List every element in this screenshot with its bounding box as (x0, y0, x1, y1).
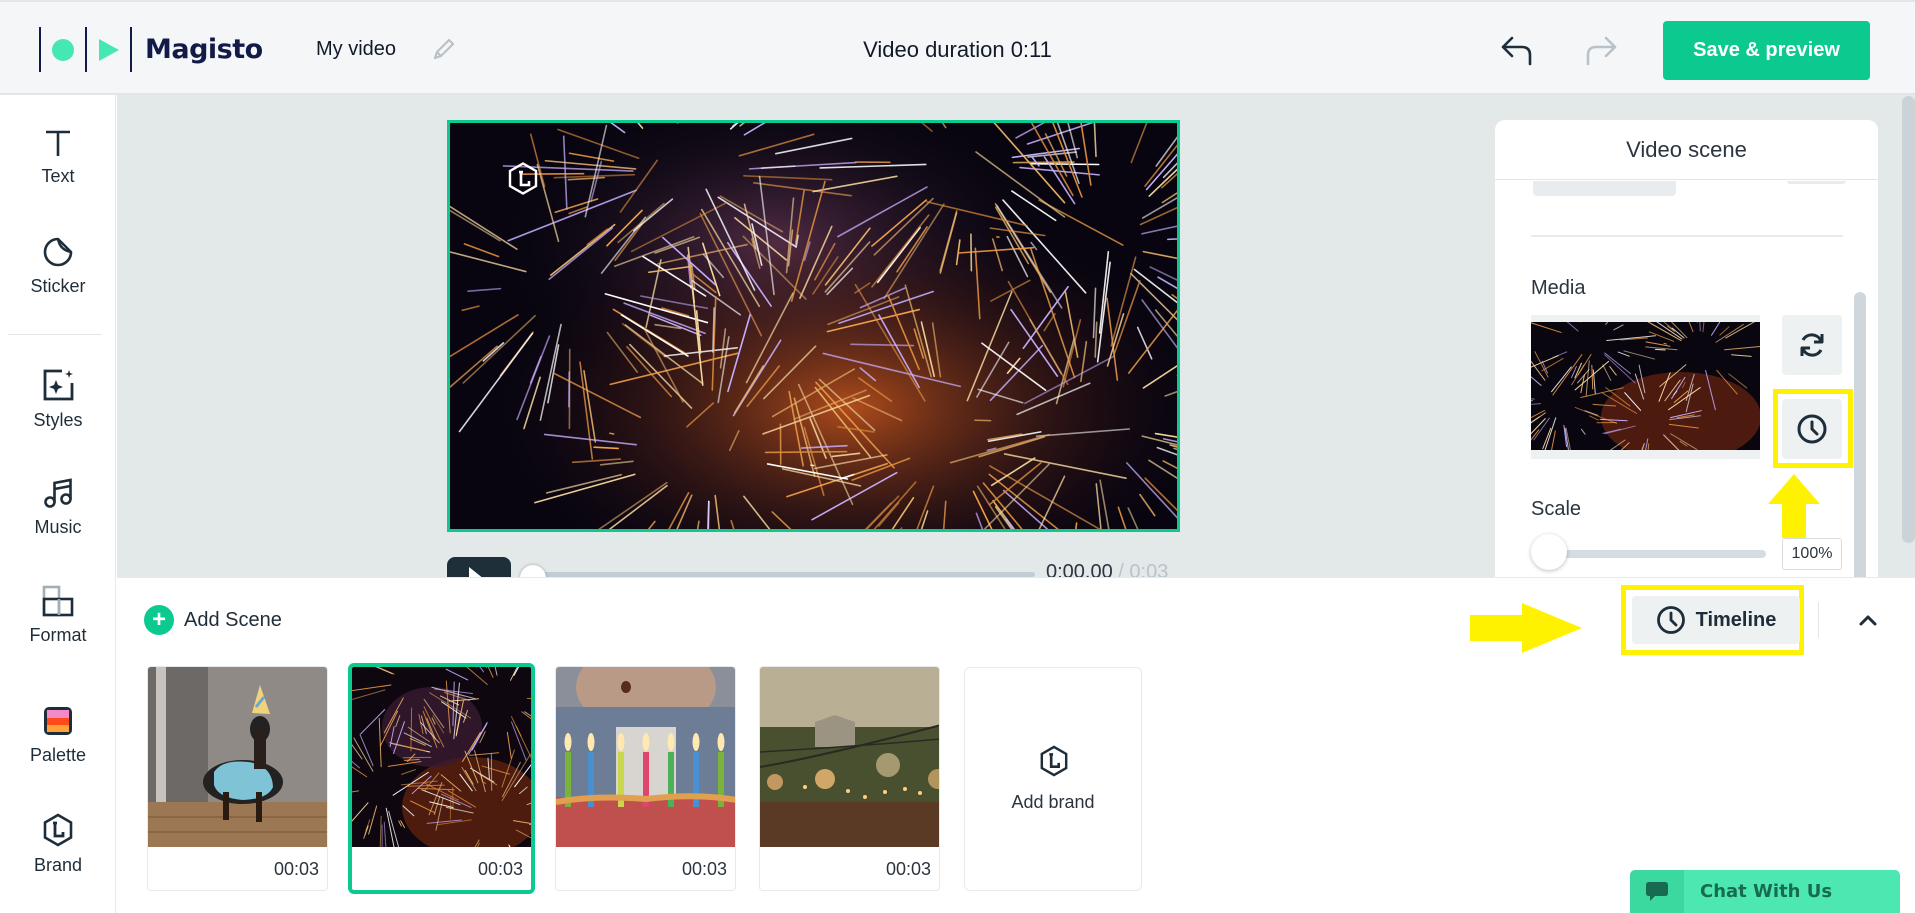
panel-divider (1531, 235, 1843, 237)
timeline-label: Timeline (1695, 608, 1777, 631)
annotation-arrow-right-icon (1470, 603, 1582, 653)
sidebar-divider (8, 334, 102, 335)
annotation-highlight-box (1773, 389, 1853, 468)
plus-icon: + (144, 605, 174, 635)
collapse-panel-button[interactable] (1852, 604, 1884, 636)
scene-card[interactable]: 00:03 (147, 666, 328, 891)
chat-label: Chat With Us (1700, 881, 1833, 902)
sidebar-item-format[interactable]: Format (0, 585, 116, 646)
candle-flame (642, 733, 650, 751)
scene-card-selected[interactable]: 00:03 (348, 663, 535, 894)
timeline-button[interactable]: Timeline (1632, 596, 1800, 644)
logo-bar (130, 27, 132, 72)
replace-media-button[interactable] (1782, 315, 1842, 375)
chat-bubble-icon (1630, 870, 1684, 913)
tools-sidebar: Text Sticker Styles Music Format Palette… (0, 95, 116, 913)
panel-title: Video scene (1495, 120, 1878, 180)
dog-with-party-hat-thumbnail (148, 667, 327, 847)
candle-flame (717, 733, 725, 751)
partial-button[interactable] (1787, 181, 1846, 184)
scene-duration: 00:03 (273, 859, 319, 879)
sidebar-item-palette[interactable]: Palette (0, 705, 116, 766)
panel-scrollbar[interactable] (1854, 292, 1866, 577)
video-title[interactable]: My video (316, 38, 396, 61)
firework-spark (449, 795, 452, 820)
candle-flame (617, 733, 625, 751)
scene-card[interactable]: 00:03 (759, 666, 940, 891)
logo-record-icon (52, 38, 74, 61)
pencil-icon[interactable] (430, 35, 458, 63)
brand-icon (1040, 745, 1068, 777)
video-scene-panel: Video scene Media Scale 100% (1495, 120, 1878, 577)
firework-spark (609, 432, 615, 435)
app-header: Magisto My video Video duration 0:11 Sav… (0, 0, 1915, 95)
text-icon (46, 130, 70, 156)
firework-spark (764, 450, 848, 454)
sidebar-item-label: Music (34, 517, 82, 537)
fireworks-thumbnail (352, 667, 531, 847)
birthday-candles-thumbnail (556, 667, 735, 847)
sidebar-item-brand[interactable]: Brand (0, 813, 116, 876)
sidebar-item-label: Brand (33, 855, 83, 875)
scale-slider-handle[interactable] (1531, 534, 1567, 570)
partial-button[interactable] (1533, 181, 1676, 196)
sidebar-item-text[interactable]: Text (0, 128, 116, 187)
brand-icon (43, 813, 73, 847)
firework-spark (1012, 161, 1075, 164)
annotation-arrow-up-icon (1768, 474, 1820, 538)
logo-play-icon (99, 38, 119, 61)
firework-spark (1663, 342, 1667, 345)
sidebar-item-label: Palette (29, 745, 87, 765)
scene-card[interactable]: 00:03 (555, 666, 736, 891)
sidebar-item-label: Text (41, 166, 75, 186)
fireworks-video-frame (450, 123, 1177, 529)
candle-flame (564, 733, 572, 751)
sidebar-item-music[interactable]: Music (0, 477, 116, 538)
media-thumbnail[interactable] (1531, 315, 1760, 459)
palette-icon (44, 707, 72, 735)
scene-duration: 00:03 (885, 859, 931, 879)
chevron-up-icon (1859, 615, 1877, 626)
candle-flame (667, 733, 675, 751)
add-brand-card[interactable]: Add brand (964, 667, 1142, 891)
magisto-logo[interactable]: Magisto (39, 27, 263, 72)
video-preview[interactable] (447, 120, 1180, 532)
page-scrollbar[interactable] (1902, 96, 1915, 543)
sidebar-item-sticker[interactable]: Sticker (0, 236, 116, 297)
sidebar-item-styles[interactable]: Styles (0, 368, 116, 431)
sticker-icon (43, 237, 73, 267)
save-preview-button[interactable]: Save & preview (1663, 21, 1870, 80)
media-label: Media (1531, 277, 1586, 299)
scale-slider-track[interactable] (1540, 550, 1766, 558)
refresh-icon (1800, 333, 1824, 357)
sidebar-item-label: Sticker (30, 276, 86, 296)
candle-flame (692, 733, 700, 751)
redo-icon[interactable] (1582, 34, 1618, 66)
firework-spark (1654, 348, 1666, 351)
video-duration: Video duration 0:11 (863, 37, 1052, 62)
fireworks-thumbnail (1531, 322, 1760, 450)
scene-duration: 00:03 (477, 859, 523, 879)
logo-bar (39, 27, 41, 72)
candle-flame (587, 733, 595, 751)
scene-duration: 00:03 (681, 859, 727, 879)
format-icon (42, 585, 74, 617)
scale-value-input[interactable]: 100% (1782, 538, 1842, 570)
firework-spark (1030, 162, 1100, 166)
add-brand-label: Add brand (1011, 792, 1095, 812)
chat-widget-button[interactable]: Chat With Us (1630, 870, 1900, 913)
music-icon (44, 478, 72, 508)
sidebar-item-label: Format (29, 625, 87, 645)
logo-text: Magisto (145, 34, 263, 65)
undo-icon[interactable] (1500, 34, 1536, 66)
add-scene-label: Add Scene (184, 608, 282, 631)
add-scene-button[interactable]: + Add Scene (144, 605, 282, 635)
scale-label: Scale (1531, 498, 1582, 520)
styles-icon (43, 369, 74, 401)
string-lights-thumbnail (760, 667, 939, 847)
clock-icon (1656, 606, 1685, 634)
sidebar-item-label: Styles (33, 410, 83, 430)
toolbar-divider (1818, 602, 1819, 638)
logo-bar (85, 27, 87, 72)
